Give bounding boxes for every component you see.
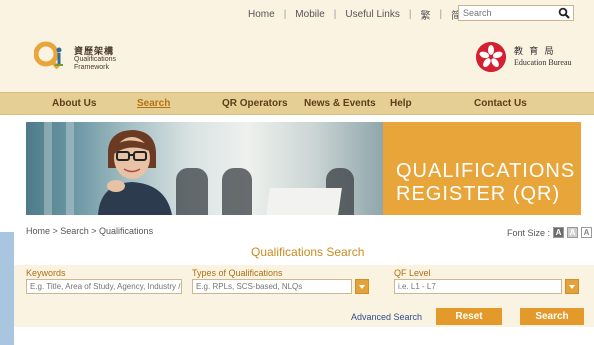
font-size-medium-button[interactable]: A (567, 227, 579, 238)
qf-logo-text: 資歷架構 Qualifications Framework (74, 48, 116, 72)
home-link[interactable]: Home (248, 9, 275, 20)
qf-level-input[interactable] (394, 279, 562, 294)
qr-title-panel: QUALIFICATIONS REGISTER (QR) (383, 122, 581, 215)
nav-qr-operators[interactable]: QR Operators (222, 98, 288, 109)
search-button[interactable]: Search (520, 308, 584, 325)
search-icon[interactable] (558, 7, 570, 19)
edb-chinese: 教 育 局 (514, 46, 556, 56)
main-nav: About Us Search QR Operators News & Even… (0, 92, 594, 115)
qf-logo-mark (34, 41, 63, 70)
page-title: Qualifications Search (251, 245, 365, 259)
window-frame (44, 122, 52, 215)
site-header: 資歷架構 Qualifications Framework 教 育 局 Educ… (0, 26, 594, 92)
breadcrumb[interactable]: Home > Search > Qualifications (26, 226, 153, 236)
qf-logo-english-2: Framework (74, 64, 110, 71)
left-decorative-strip (0, 232, 14, 345)
banner-title-line1: QUALIFICATIONS (396, 160, 576, 182)
background-person (222, 168, 252, 215)
site-search-box (458, 5, 574, 21)
types-dropdown-button[interactable] (355, 279, 369, 294)
separator: | (408, 9, 412, 20)
top-utility-bar: Home | Mobile | Useful Links | 繁 | 简 (0, 0, 594, 26)
mobile-link[interactable]: Mobile (295, 9, 324, 20)
separator: | (283, 9, 287, 20)
font-size-control: Font Size : A A A (507, 227, 593, 238)
keywords-label: Keywords (26, 268, 66, 278)
edb-logo-text: 教 育 局 Education Bureau (514, 46, 572, 68)
keywords-input[interactable] (26, 279, 182, 294)
nav-help[interactable]: Help (390, 98, 412, 109)
student-figure (98, 130, 172, 215)
types-of-qualifications-input[interactable] (192, 279, 352, 294)
nav-search[interactable]: Search (137, 98, 170, 109)
utility-links: Home | Mobile | Useful Links | 繁 | 简 (248, 7, 461, 22)
bauhinia-icon (476, 42, 506, 72)
types-of-qualifications-label: Types of Qualifications (192, 268, 283, 278)
nav-contact-us[interactable]: Contact Us (474, 98, 527, 109)
reset-button[interactable]: Reset (436, 308, 502, 325)
font-size-large-button[interactable]: A (553, 227, 565, 238)
font-size-label: Font Size : (507, 227, 551, 238)
qf-level-dropdown-button[interactable] (565, 279, 579, 294)
edb-logo[interactable]: 教 育 局 Education Bureau (476, 42, 586, 78)
hero-banner: QUALIFICATIONS REGISTER (QR) (26, 122, 581, 215)
font-size-small-button[interactable]: A (581, 227, 593, 238)
advanced-search-link[interactable]: Advanced Search (351, 312, 422, 322)
separator: | (439, 9, 443, 20)
site-search-input[interactable] (459, 6, 555, 20)
traditional-chinese-link[interactable]: 繁 (420, 7, 430, 22)
window-frame (66, 122, 74, 215)
useful-links-link[interactable]: Useful Links (345, 9, 399, 20)
edb-english: Education Bureau (514, 58, 572, 67)
qf-level-label: QF Level (394, 268, 431, 278)
banner-title-line2: REGISTER (QR) (396, 183, 561, 205)
qf-logo-english-1: Qualifications (74, 56, 117, 63)
banner-photo (26, 122, 383, 215)
laptop (266, 188, 342, 215)
nav-about-us[interactable]: About Us (52, 98, 96, 109)
search-form: Keywords Types of Qualifications QF Leve… (14, 265, 594, 327)
qf-logo-chinese: 資歷架構 (74, 47, 115, 57)
qf-logo[interactable]: 資歷架構 Qualifications Framework (34, 40, 144, 80)
separator: | (333, 9, 337, 20)
nav-news-events[interactable]: News & Events (304, 98, 376, 109)
